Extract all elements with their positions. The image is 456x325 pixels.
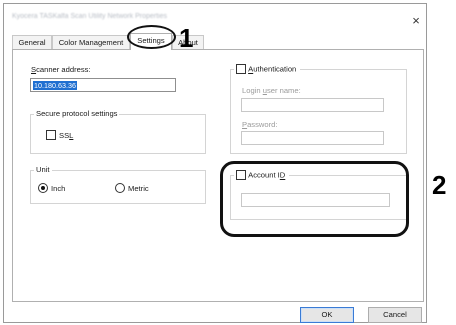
secure-protocol-label: Secure protocol settings	[34, 109, 120, 118]
radio-selected-dot	[41, 186, 45, 190]
metric-radio[interactable]	[115, 183, 125, 193]
password-input[interactable]	[241, 131, 384, 145]
window-title: Kyocera TASKalfa Scan Utility Network Pr…	[12, 13, 167, 20]
authentication-group: Authentication Login user name: Password…	[230, 64, 407, 154]
ssl-checkbox[interactable]	[46, 130, 56, 140]
tab-general[interactable]: General	[12, 35, 52, 49]
tab-color-management[interactable]: Color Management	[52, 35, 130, 49]
callout-number-1: 1	[179, 23, 194, 53]
authentication-checkbox[interactable]	[236, 64, 246, 74]
scanner-address-value: 10.180.63.36	[33, 81, 77, 90]
scanner-address-input[interactable]: 10.180.63.36	[30, 78, 176, 92]
unit-label: Unit	[34, 165, 52, 174]
password-label: Password:	[242, 120, 278, 129]
callout-oval-settings-tab	[127, 25, 176, 49]
cancel-button[interactable]: Cancel	[368, 307, 422, 323]
close-icon[interactable]: ×	[409, 14, 423, 28]
inch-label: Inch	[51, 184, 66, 193]
ok-button[interactable]: OK	[300, 307, 354, 323]
scanner-address-label: Scanner address:	[31, 65, 91, 74]
metric-label: Metric	[128, 184, 149, 193]
authentication-header: Authentication	[234, 64, 301, 74]
inch-radio[interactable]	[38, 183, 48, 193]
unit-group: Unit Inch Metric	[30, 165, 206, 204]
authentication-label: Authentication	[248, 64, 297, 74]
ssl-label: SSL	[59, 131, 74, 140]
secure-protocol-group: Secure protocol settings SSL	[30, 109, 206, 154]
login-user-name-label: Login user name:	[242, 86, 301, 95]
callout-box-account-id	[220, 161, 409, 237]
login-user-name-input[interactable]	[241, 98, 384, 112]
callout-number-2: 2	[432, 170, 447, 200]
